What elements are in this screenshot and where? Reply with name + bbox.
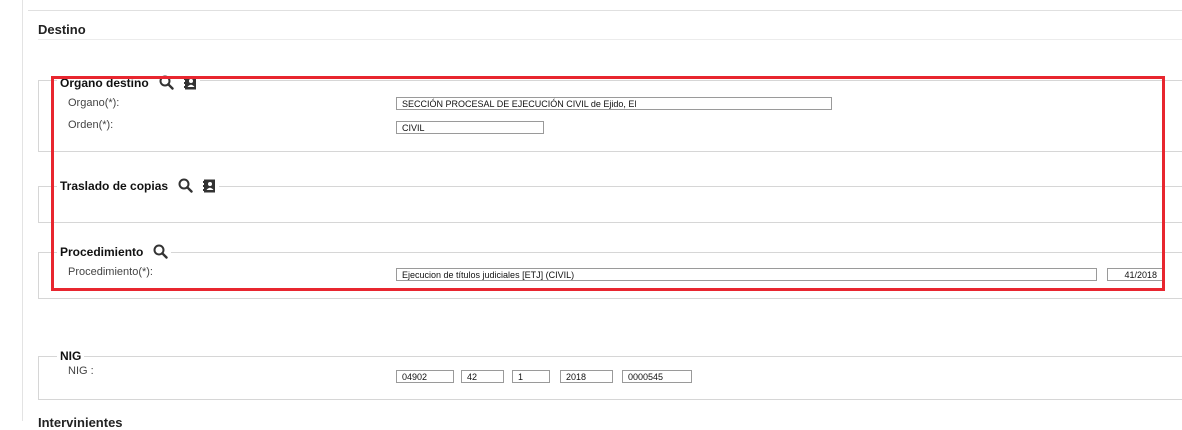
top-divider — [28, 10, 1182, 11]
search-icon[interactable] — [159, 75, 174, 91]
nig-legend-text: NIG — [60, 349, 82, 363]
organo-destino-legend: Organo destino — [57, 75, 200, 91]
traslado-legend-text: Traslado de copias — [60, 178, 169, 193]
destino-underline — [38, 39, 1182, 40]
procedimiento-legend: Procedimiento — [57, 244, 172, 260]
intervinientes-title: Intervinientes — [38, 415, 123, 430]
nig-part-2[interactable]: 42 — [461, 370, 504, 383]
left-border — [22, 0, 23, 421]
traslado-legend: Traslado de copias — [57, 178, 220, 194]
search-icon[interactable] — [178, 178, 193, 194]
orden-label: Orden(*): — [68, 119, 114, 131]
orden-field[interactable]: CIVIL — [396, 121, 544, 134]
nig-legend: NIG — [57, 349, 85, 363]
nig-part-5[interactable]: 0000545 — [622, 370, 692, 383]
procedimiento-field[interactable]: Ejecucion de títulos judiciales [ETJ] (C… — [396, 268, 1097, 281]
nig-part-1[interactable]: 04902 — [396, 370, 454, 383]
nig-part-4[interactable]: 2018 — [560, 370, 613, 383]
procedimiento-number-field[interactable]: 41/2018 — [1107, 268, 1163, 281]
organo-destino-fieldset — [38, 80, 1182, 152]
search-icon[interactable] — [153, 244, 169, 260]
address-book-icon[interactable] — [183, 75, 197, 90]
address-book-icon[interactable] — [203, 178, 216, 193]
nig-part-3[interactable]: 1 — [512, 370, 550, 383]
organo-field[interactable]: SECCIÓN PROCESAL DE EJECUCIÓN CIVIL de E… — [396, 97, 832, 110]
procedimiento-legend-text: Procedimiento — [60, 244, 144, 259]
destino-title: Destino — [38, 22, 86, 37]
organo-label: Organo(*): — [68, 97, 120, 109]
organo-destino-legend-text: Organo destino — [60, 75, 149, 90]
nig-label: NIG : — [68, 365, 94, 377]
procedimiento-label: Procedimiento(*): — [68, 266, 153, 278]
